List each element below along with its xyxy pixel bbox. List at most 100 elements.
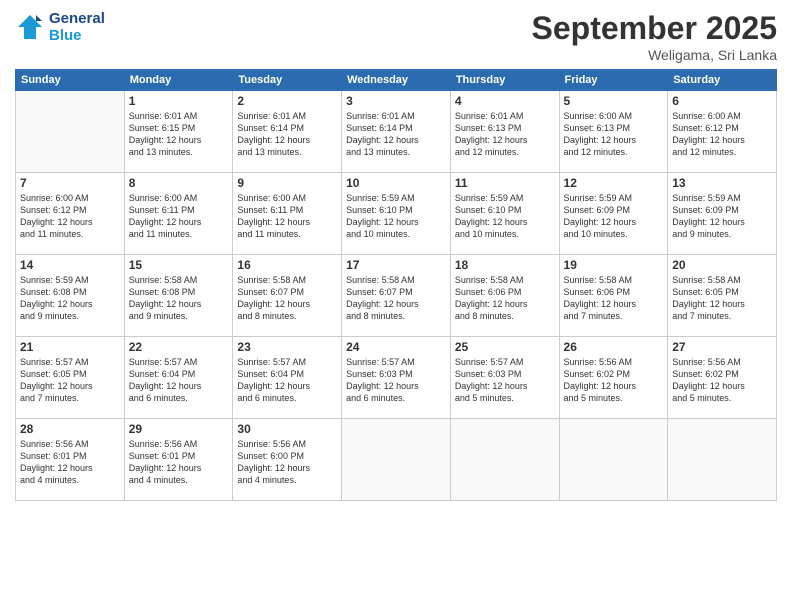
day-number: 1 bbox=[129, 94, 229, 108]
calendar-week-row: 28 Sunrise: 5:56 AM Sunset: 6:01 PM Dayli… bbox=[16, 419, 777, 501]
logo-blue: Blue bbox=[49, 27, 105, 44]
day-number: 25 bbox=[455, 340, 555, 354]
location: Weligama, Sri Lanka bbox=[532, 47, 777, 63]
calendar-day: 12Sunrise: 5:59 AM Sunset: 6:09 PM Dayli… bbox=[559, 173, 668, 255]
calendar-day bbox=[559, 419, 668, 501]
calendar-day: 24Sunrise: 5:57 AM Sunset: 6:03 PM Dayli… bbox=[342, 337, 451, 419]
calendar-day bbox=[16, 91, 125, 173]
day-info: Sunrise: 5:58 AM Sunset: 6:08 PM Dayligh… bbox=[129, 274, 229, 323]
day-number: 15 bbox=[129, 258, 229, 272]
day-number: 5 bbox=[564, 94, 664, 108]
calendar-day: 8 Sunrise: 6:00 AM Sunset: 6:11 PM Daylig… bbox=[124, 173, 233, 255]
calendar: Sunday Monday Tuesday Wednesday Thursday… bbox=[15, 69, 777, 501]
calendar-day: 6 Sunrise: 6:00 AM Sunset: 6:12 PM Daylig… bbox=[668, 91, 777, 173]
calendar-week-row: 1Sunrise: 6:01 AM Sunset: 6:15 PM Daylig… bbox=[16, 91, 777, 173]
day-number: 7 bbox=[20, 176, 120, 190]
calendar-week-row: 21 Sunrise: 5:57 AM Sunset: 6:05 PM Dayli… bbox=[16, 337, 777, 419]
calendar-week-row: 14 Sunrise: 5:59 AM Sunset: 6:08 PM Dayli… bbox=[16, 255, 777, 337]
day-number: 8 bbox=[129, 176, 229, 190]
day-info: Sunrise: 5:58 AM Sunset: 6:07 PM Dayligh… bbox=[346, 274, 446, 323]
header-sunday: Sunday bbox=[16, 70, 125, 91]
day-info: Sunrise: 5:58 AM Sunset: 6:06 PM Dayligh… bbox=[564, 274, 664, 323]
month-title: September 2025 bbox=[532, 10, 777, 47]
day-info: Sunrise: 6:00 AM Sunset: 6:12 PM Dayligh… bbox=[20, 192, 120, 241]
day-number: 30 bbox=[237, 422, 337, 436]
day-info: Sunrise: 6:01 AM Sunset: 6:13 PM Dayligh… bbox=[455, 110, 555, 159]
header-monday: Monday bbox=[124, 70, 233, 91]
day-info: Sunrise: 5:59 AM Sunset: 6:09 PM Dayligh… bbox=[672, 192, 772, 241]
day-info: Sunrise: 5:59 AM Sunset: 6:10 PM Dayligh… bbox=[455, 192, 555, 241]
calendar-day: 30 Sunrise: 5:56 AM Sunset: 6:00 PM Dayli… bbox=[233, 419, 342, 501]
day-info: Sunrise: 5:57 AM Sunset: 6:05 PM Dayligh… bbox=[20, 356, 120, 405]
calendar-day: 2Sunrise: 6:01 AM Sunset: 6:14 PM Daylig… bbox=[233, 91, 342, 173]
day-info: Sunrise: 6:01 AM Sunset: 6:14 PM Dayligh… bbox=[346, 110, 446, 159]
header-wednesday: Wednesday bbox=[342, 70, 451, 91]
day-info: Sunrise: 5:56 AM Sunset: 6:00 PM Dayligh… bbox=[237, 438, 337, 487]
day-info: Sunrise: 6:00 AM Sunset: 6:11 PM Dayligh… bbox=[237, 192, 337, 241]
day-info: Sunrise: 5:57 AM Sunset: 6:03 PM Dayligh… bbox=[455, 356, 555, 405]
day-number: 28 bbox=[20, 422, 120, 436]
calendar-day: 18 Sunrise: 5:58 AM Sunset: 6:06 PM Dayli… bbox=[450, 255, 559, 337]
day-number: 9 bbox=[237, 176, 337, 190]
day-number: 20 bbox=[672, 258, 772, 272]
header: General Blue September 2025 Weligama, Sr… bbox=[15, 10, 777, 63]
day-number: 6 bbox=[672, 94, 772, 108]
day-info: Sunrise: 5:58 AM Sunset: 6:05 PM Dayligh… bbox=[672, 274, 772, 323]
calendar-day: 28 Sunrise: 5:56 AM Sunset: 6:01 PM Dayli… bbox=[16, 419, 125, 501]
day-number: 23 bbox=[237, 340, 337, 354]
day-number: 22 bbox=[129, 340, 229, 354]
day-number: 27 bbox=[672, 340, 772, 354]
header-tuesday: Tuesday bbox=[233, 70, 342, 91]
day-number: 14 bbox=[20, 258, 120, 272]
day-info: Sunrise: 5:56 AM Sunset: 6:02 PM Dayligh… bbox=[672, 356, 772, 405]
day-info: Sunrise: 5:59 AM Sunset: 6:08 PM Dayligh… bbox=[20, 274, 120, 323]
calendar-day: 1Sunrise: 6:01 AM Sunset: 6:15 PM Daylig… bbox=[124, 91, 233, 173]
day-info: Sunrise: 6:00 AM Sunset: 6:11 PM Dayligh… bbox=[129, 192, 229, 241]
day-info: Sunrise: 5:57 AM Sunset: 6:04 PM Dayligh… bbox=[129, 356, 229, 405]
calendar-day bbox=[668, 419, 777, 501]
day-info: Sunrise: 5:56 AM Sunset: 6:02 PM Dayligh… bbox=[564, 356, 664, 405]
calendar-day: 13Sunrise: 5:59 AM Sunset: 6:09 PM Dayli… bbox=[668, 173, 777, 255]
day-info: Sunrise: 5:58 AM Sunset: 6:06 PM Dayligh… bbox=[455, 274, 555, 323]
day-number: 18 bbox=[455, 258, 555, 272]
calendar-day: 3Sunrise: 6:01 AM Sunset: 6:14 PM Daylig… bbox=[342, 91, 451, 173]
day-number: 4 bbox=[455, 94, 555, 108]
day-number: 21 bbox=[20, 340, 120, 354]
calendar-day: 4 Sunrise: 6:01 AM Sunset: 6:13 PM Daylig… bbox=[450, 91, 559, 173]
day-info: Sunrise: 5:59 AM Sunset: 6:09 PM Dayligh… bbox=[564, 192, 664, 241]
calendar-day: 23Sunrise: 5:57 AM Sunset: 6:04 PM Dayli… bbox=[233, 337, 342, 419]
day-info: Sunrise: 6:00 AM Sunset: 6:12 PM Dayligh… bbox=[672, 110, 772, 159]
header-friday: Friday bbox=[559, 70, 668, 91]
day-info: Sunrise: 5:58 AM Sunset: 6:07 PM Dayligh… bbox=[237, 274, 337, 323]
calendar-day: 9 Sunrise: 6:00 AM Sunset: 6:11 PM Daylig… bbox=[233, 173, 342, 255]
calendar-day: 10 Sunrise: 5:59 AM Sunset: 6:10 PM Dayli… bbox=[342, 173, 451, 255]
day-number: 17 bbox=[346, 258, 446, 272]
day-info: Sunrise: 5:59 AM Sunset: 6:10 PM Dayligh… bbox=[346, 192, 446, 241]
day-number: 10 bbox=[346, 176, 446, 190]
day-number: 29 bbox=[129, 422, 229, 436]
header-thursday: Thursday bbox=[450, 70, 559, 91]
calendar-day: 14 Sunrise: 5:59 AM Sunset: 6:08 PM Dayli… bbox=[16, 255, 125, 337]
day-number: 11 bbox=[455, 176, 555, 190]
calendar-day: 19 Sunrise: 5:58 AM Sunset: 6:06 PM Dayli… bbox=[559, 255, 668, 337]
calendar-day: 17 Sunrise: 5:58 AM Sunset: 6:07 PM Dayli… bbox=[342, 255, 451, 337]
calendar-day: 29Sunrise: 5:56 AM Sunset: 6:01 PM Dayli… bbox=[124, 419, 233, 501]
calendar-day bbox=[342, 419, 451, 501]
calendar-day: 21 Sunrise: 5:57 AM Sunset: 6:05 PM Dayli… bbox=[16, 337, 125, 419]
calendar-header-row: Sunday Monday Tuesday Wednesday Thursday… bbox=[16, 70, 777, 91]
calendar-day: 7 Sunrise: 6:00 AM Sunset: 6:12 PM Daylig… bbox=[16, 173, 125, 255]
day-number: 19 bbox=[564, 258, 664, 272]
title-area: September 2025 Weligama, Sri Lanka bbox=[532, 10, 777, 63]
calendar-day: 25 Sunrise: 5:57 AM Sunset: 6:03 PM Dayli… bbox=[450, 337, 559, 419]
logo-general: General bbox=[49, 10, 105, 27]
calendar-day: 5Sunrise: 6:00 AM Sunset: 6:13 PM Daylig… bbox=[559, 91, 668, 173]
calendar-week-row: 7 Sunrise: 6:00 AM Sunset: 6:12 PM Daylig… bbox=[16, 173, 777, 255]
day-number: 2 bbox=[237, 94, 337, 108]
calendar-day: 22 Sunrise: 5:57 AM Sunset: 6:04 PM Dayli… bbox=[124, 337, 233, 419]
calendar-day bbox=[450, 419, 559, 501]
day-number: 24 bbox=[346, 340, 446, 354]
calendar-day: 20 Sunrise: 5:58 AM Sunset: 6:05 PM Dayli… bbox=[668, 255, 777, 337]
calendar-day: 15 Sunrise: 5:58 AM Sunset: 6:08 PM Dayli… bbox=[124, 255, 233, 337]
calendar-day: 27 Sunrise: 5:56 AM Sunset: 6:02 PM Dayli… bbox=[668, 337, 777, 419]
day-info: Sunrise: 5:56 AM Sunset: 6:01 PM Dayligh… bbox=[20, 438, 120, 487]
